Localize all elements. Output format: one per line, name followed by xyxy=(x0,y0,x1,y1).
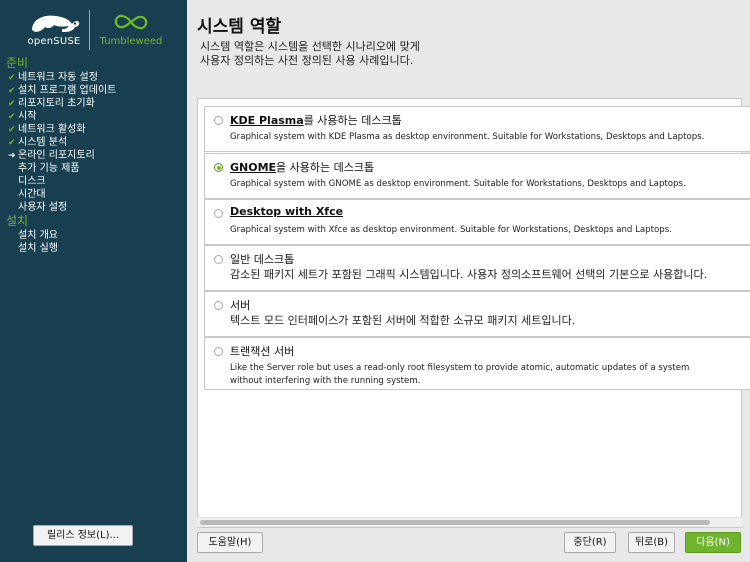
logo-area: openSUSE Tumbleweed xyxy=(0,0,187,56)
role-description: without interfering with the running sys… xyxy=(230,376,421,386)
role-title: 트랜잭션 서버 xyxy=(230,343,294,359)
abort-button[interactable]: 중단(R) xyxy=(564,532,616,553)
section-title: 설치 xyxy=(6,214,29,228)
next-button[interactable]: 다음(N) xyxy=(685,532,741,553)
role-description: Like the Server role but uses a read-onl… xyxy=(230,363,690,373)
tumbleweed-logo: Tumbleweed xyxy=(96,10,166,50)
install-steps: 준비 ✔ 네트워크 자동 설정 ✔ 설치 프로그램 업데이트 ✔ 리포지토리 초기화 ✔ 시작 ✔… xyxy=(0,56,187,255)
step-item: ✔ 네트워크 자동 설정 xyxy=(0,71,187,84)
release-notes-button[interactable]: 릴리스 정보(L)... xyxy=(33,525,133,546)
role-radio[interactable] xyxy=(214,347,223,356)
step-label: 시스템 분석 xyxy=(18,137,68,148)
scrollbar-thumb[interactable] xyxy=(200,520,710,525)
tumbleweed-wordmark: Tumbleweed xyxy=(99,36,163,47)
step-label: 추가 기능 제품 xyxy=(18,163,80,174)
opensuse-wordmark: openSUSE xyxy=(27,36,81,47)
step-item: 시간대 xyxy=(0,188,187,201)
help-button[interactable]: 도움말(H) xyxy=(197,532,263,553)
step-item: ✔ 리포지토리 초기화 xyxy=(0,97,187,110)
role-description: Graphical system with GNOME as desktop e… xyxy=(230,179,686,189)
role-title: Desktop with Xfce xyxy=(230,205,343,218)
role-title-name: Desktop with Xfce xyxy=(230,205,344,218)
step-item: ✔ 네트워크 활성화 xyxy=(0,123,187,136)
system-role-option[interactable]: 일반 데스크톱감소된 패키지 세트가 포함된 그래픽 시스템입니다. 사용자 정… xyxy=(204,245,750,291)
system-role-option[interactable]: KDE Plasma를 사용하는 데스크톱 Graphical system wi… xyxy=(204,106,750,152)
role-radio[interactable] xyxy=(214,163,223,172)
role-title-name: GNOME xyxy=(230,161,277,174)
step-label: 설치 프로그램 업데이트 xyxy=(18,85,117,96)
infinity-icon xyxy=(114,14,148,30)
step-label: 시간대 xyxy=(18,189,46,200)
role-description: Graphical system with Xfce as desktop en… xyxy=(230,225,672,235)
role-title: KDE Plasma를 사용하는 데스크톱 xyxy=(230,112,402,128)
role-description: Graphical system with KDE Plasma as desk… xyxy=(230,132,705,142)
step-label: 네트워크 활성화 xyxy=(18,124,86,135)
step-label: 네트워크 자동 설정 xyxy=(18,72,98,83)
step-item: ✔ 시작 xyxy=(0,110,187,123)
step-label: 설치 실행 xyxy=(18,243,58,254)
role-title-text: 일반 데스크톱 xyxy=(230,253,295,266)
role-radio[interactable] xyxy=(214,116,223,125)
role-title: GNOME을 사용하는 데스크톱 xyxy=(230,159,374,175)
description-line: 시스템 역할은 시스템을 선택한 시나리오에 맞게 xyxy=(200,40,420,53)
page-title: 시스템 역할 xyxy=(197,17,282,37)
step-label: 디스크 xyxy=(18,176,46,187)
section-title: 준비 xyxy=(6,56,29,70)
role-title-name: KDE Plasma xyxy=(230,114,304,127)
step-item: 사용자 설정 xyxy=(0,201,187,214)
system-role-option[interactable]: 트랜잭션 서버 Like the Server role but uses a r… xyxy=(204,337,750,390)
logo-divider xyxy=(89,10,90,50)
system-role-list: KDE Plasma를 사용하는 데스크톱 Graphical system wi… xyxy=(197,98,750,528)
step-label: 온라인 리포지토리 xyxy=(18,150,95,161)
opensuse-logo: openSUSE xyxy=(24,10,84,50)
horizontal-scrollbar[interactable] xyxy=(197,517,742,527)
role-description: 텍스트 모드 인터페이스가 포함된 서버에 적합한 소규모 패키지 세트입니다. xyxy=(230,314,576,327)
role-title-text: 서버 xyxy=(230,299,251,312)
page-description: 시스템 역할은 시스템을 선택한 시나리오에 맞게 사용자 정의하는 사전 정의… xyxy=(200,40,420,68)
back-button[interactable]: 뒤로(B) xyxy=(628,532,675,553)
role-radio[interactable] xyxy=(214,209,223,218)
role-radio[interactable] xyxy=(214,255,223,264)
step-label: 시작 xyxy=(18,111,37,122)
role-description: 감소된 패키지 세트가 포함된 그래픽 시스템입니다. 사용자 정의소프트웨어 … xyxy=(230,268,708,281)
step-label: 리포지토리 초기화 xyxy=(18,98,95,109)
system-role-option[interactable]: 서버텍스트 모드 인터페이스가 포함된 서버에 적합한 소규모 패키지 세트입니… xyxy=(204,291,750,337)
system-role-option[interactable]: Desktop with Xfce Graphical system with X… xyxy=(204,199,750,245)
role-radio[interactable] xyxy=(214,301,223,310)
role-title-text: 을 사용하는 데스크톱 xyxy=(276,161,375,174)
role-title: 서버 xyxy=(230,297,250,313)
system-role-option[interactable]: GNOME을 사용하는 데스크톱 Graphical system with GN… xyxy=(204,153,750,199)
step-item: 추가 기능 제품 xyxy=(0,162,187,175)
step-item: ✔ 설치 프로그램 업데이트 xyxy=(0,84,187,97)
role-title-text: 를 사용하는 데스크톱 xyxy=(303,114,402,127)
description-line: 사용자 정의하는 사전 정의된 사용 사례입니다. xyxy=(200,54,414,67)
step-label: 설치 개요 xyxy=(18,230,58,241)
step-item: 설치 개요 xyxy=(0,229,187,242)
step-item: 설치 실행 xyxy=(0,242,187,255)
step-item: ✔ 시스템 분석 xyxy=(0,136,187,149)
role-title-text: 트랜잭션 서버 xyxy=(230,345,295,358)
step-item: ➜ 온라인 리포지토리 xyxy=(0,149,187,162)
chameleon-icon xyxy=(32,15,80,32)
role-title: 일반 데스크톱 xyxy=(230,251,294,267)
step-label: 사용자 설정 xyxy=(18,202,68,213)
step-item: 디스크 xyxy=(0,175,187,188)
main-panel: 시스템 역할 시스템 역할은 시스템을 선택한 시나리오에 맞게 사용자 정의하… xyxy=(187,0,750,562)
sidebar: openSUSE Tumbleweed 준비 ✔ 네트워크 자동 설정 ✔ 설치 프로그… xyxy=(0,0,187,562)
